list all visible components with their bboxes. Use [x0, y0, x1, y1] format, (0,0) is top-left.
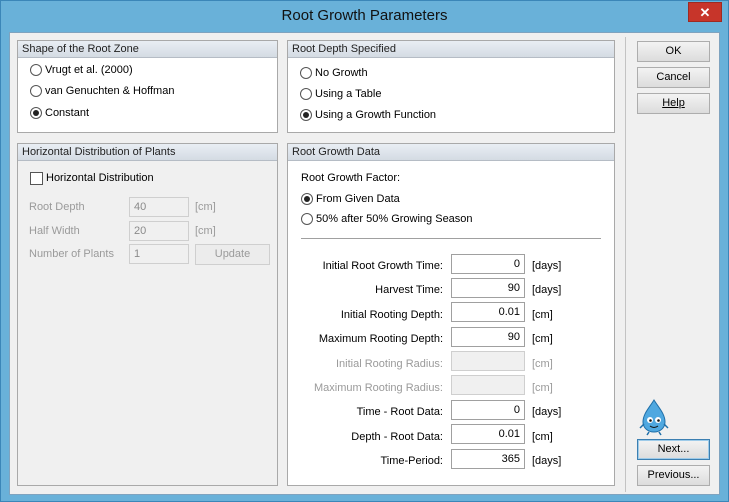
- time-period-label: Time-Period:: [380, 455, 443, 467]
- harvest-time-field[interactable]: 90: [451, 278, 525, 298]
- initial-root-growth-time-field[interactable]: 0: [451, 254, 525, 274]
- factor-option-label: 50% after 50% Growing Season: [316, 213, 473, 225]
- initial-root-growth-time-label: Initial Root Growth Time:: [322, 260, 443, 272]
- depth-option-label: No Growth: [315, 67, 368, 79]
- time-period-field[interactable]: 365: [451, 449, 525, 469]
- shape-group-title: Shape of the Root Zone: [18, 41, 277, 58]
- depth-root-data-unit: [cm]: [532, 431, 553, 443]
- depth-option-label: Using a Growth Function: [315, 109, 437, 121]
- previous-button[interactable]: Previous...: [637, 465, 710, 486]
- factor-option-given-data[interactable]: From Given Data: [301, 191, 400, 207]
- horizontal-distribution-checkbox[interactable]: [30, 171, 43, 185]
- close-button[interactable]: ✕: [688, 2, 722, 22]
- maximum-rooting-radius-label: Maximum Rooting Radius:: [314, 382, 443, 394]
- help-button[interactable]: Help: [637, 93, 710, 114]
- root-growth-data-group: Root Growth Data Root Growth Factor: Fro…: [287, 143, 615, 486]
- factor-option-50-percent[interactable]: 50% after 50% Growing Season: [301, 211, 473, 227]
- root-depth-field[interactable]: 40: [129, 197, 189, 217]
- number-of-plants-label: Number of Plants: [29, 248, 114, 260]
- maximum-rooting-radius-field[interactable]: [451, 375, 525, 395]
- horizontal-distribution-checkbox-row[interactable]: Horizontal Distribution: [30, 170, 154, 186]
- depth-option-no-growth[interactable]: No Growth: [300, 65, 368, 81]
- maximum-rooting-depth-unit: [cm]: [532, 333, 553, 345]
- radio-button-checked[interactable]: [300, 109, 312, 121]
- time-period-unit: [days]: [532, 455, 562, 467]
- initial-rooting-depth-label: Initial Rooting Depth:: [340, 309, 443, 321]
- root-depth-specified-group: Root Depth Specified No Growth Using a T…: [287, 40, 615, 133]
- radio-button[interactable]: [30, 64, 42, 76]
- half-width-label: Half Width: [29, 225, 80, 237]
- factor-option-label: From Given Data: [316, 193, 400, 205]
- horizontal-distribution-group: Horizontal Distribution of Plants Horizo…: [17, 143, 278, 486]
- maximum-rooting-depth-label: Maximum Rooting Depth:: [318, 333, 443, 345]
- time-root-data-label: Time - Root Data:: [356, 406, 443, 418]
- dialog-window: Root Growth Parameters ✕ Shape of the Ro…: [0, 0, 729, 502]
- radio-button[interactable]: [300, 88, 312, 100]
- harvest-time-label: Harvest Time:: [375, 284, 443, 296]
- shape-option-label: van Genuchten & Hoffman: [45, 85, 175, 97]
- title-bar[interactable]: Root Growth Parameters ✕: [1, 1, 728, 32]
- harvest-time-unit: [days]: [532, 284, 562, 296]
- root-depth-label: Root Depth: [29, 201, 85, 213]
- radio-button[interactable]: [301, 213, 313, 225]
- close-icon: ✕: [699, 5, 711, 20]
- dialog-client-area: Shape of the Root Zone Vrugt et al. (200…: [9, 32, 720, 495]
- horizontal-distribution-label: Horizontal Distribution: [46, 172, 154, 184]
- window-title: Root Growth Parameters: [281, 7, 448, 24]
- initial-rooting-depth-unit: [cm]: [532, 309, 553, 321]
- root-growth-factor-label: Root Growth Factor:: [301, 172, 401, 184]
- help-button-label: Help: [662, 97, 685, 109]
- shape-option-constant[interactable]: Constant: [30, 105, 89, 121]
- ok-button[interactable]: OK: [637, 41, 710, 62]
- shape-option-vrugt[interactable]: Vrugt et al. (2000): [30, 62, 133, 78]
- separator-line: [301, 238, 601, 239]
- radio-button[interactable]: [300, 67, 312, 79]
- maximum-rooting-depth-field[interactable]: 90: [451, 327, 525, 347]
- initial-rooting-radius-unit: [cm]: [532, 358, 553, 370]
- maximum-rooting-radius-unit: [cm]: [532, 382, 553, 394]
- root-depth-unit: [cm]: [195, 201, 216, 213]
- cancel-button[interactable]: Cancel: [637, 67, 710, 88]
- update-button[interactable]: Update: [195, 244, 270, 265]
- depth-spec-group-title: Root Depth Specified: [288, 41, 614, 58]
- half-width-unit: [cm]: [195, 225, 216, 237]
- initial-rooting-radius-field[interactable]: [451, 351, 525, 371]
- radio-button-checked[interactable]: [30, 107, 42, 119]
- half-width-field[interactable]: 20: [129, 221, 189, 241]
- radio-button-checked[interactable]: [301, 193, 313, 205]
- button-column-separator: [625, 37, 626, 492]
- depth-root-data-field[interactable]: 0.01: [451, 424, 525, 444]
- radio-button[interactable]: [30, 85, 42, 97]
- shape-option-van-genuchten[interactable]: van Genuchten & Hoffman: [30, 83, 174, 99]
- time-root-data-field[interactable]: 0: [451, 400, 525, 420]
- depth-option-label: Using a Table: [315, 88, 382, 100]
- number-of-plants-field[interactable]: 1: [129, 244, 189, 264]
- time-root-data-unit: [days]: [532, 406, 562, 418]
- depth-option-table[interactable]: Using a Table: [300, 86, 381, 102]
- initial-rooting-radius-label: Initial Rooting Radius:: [335, 358, 443, 370]
- initial-rooting-depth-field[interactable]: 0.01: [451, 302, 525, 322]
- next-button[interactable]: Next...: [637, 439, 710, 460]
- depth-root-data-label: Depth - Root Data:: [351, 431, 443, 443]
- horizontal-group-title: Horizontal Distribution of Plants: [18, 144, 277, 161]
- shape-root-zone-group: Shape of the Root Zone Vrugt et al. (200…: [17, 40, 278, 133]
- initial-root-growth-time-unit: [days]: [532, 260, 562, 272]
- water-drop-mascot-icon: [639, 399, 669, 436]
- shape-option-label: Constant: [45, 107, 90, 119]
- depth-option-growth-function[interactable]: Using a Growth Function: [300, 107, 436, 123]
- growth-group-title: Root Growth Data: [288, 144, 614, 161]
- shape-option-label: Vrugt et al. (2000): [45, 64, 133, 76]
